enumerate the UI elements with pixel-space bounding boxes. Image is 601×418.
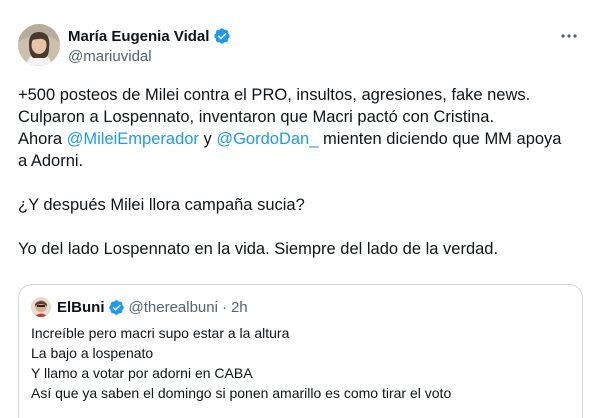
quoted-tweet[interactable]: ElBuni @therealbuni · 2h Increíble pero … [18, 284, 583, 418]
tweet-line-mentions: Ahora @MileiEmperador y @GordoDan_ mient… [18, 128, 588, 150]
text-segment: mienten diciendo que MM apoya [318, 130, 562, 148]
author-handle[interactable]: @mariuvidal [68, 48, 231, 65]
quoted-tweet-line: Así que ya saben el domingo si ponen ama… [31, 385, 452, 401]
quoted-tweet-line: Y llamo a votar por adorni en CABA [31, 365, 253, 381]
tweet-line: Culparon a Lospennato, inventaron que Ma… [18, 108, 495, 126]
separator-dot: · [221, 298, 227, 316]
quoted-author-avatar [31, 297, 51, 317]
quoted-tweet-header: ElBuni @therealbuni · 2h [31, 297, 248, 317]
tweet-line: Yo del lado Lospennato en la vida. Siemp… [18, 240, 499, 258]
tweet-text: +500 posteos de Milei contra el PRO, ins… [18, 84, 588, 260]
author-info: María Eugenia Vidal @mariuvidal [68, 26, 231, 65]
tweet-line: +500 posteos de Milei contra el PRO, ins… [18, 86, 531, 104]
author-avatar[interactable] [18, 24, 60, 66]
quoted-tweet-line: Increíble pero macri supo estar a la alt… [31, 325, 290, 341]
more-horizontal-icon [561, 34, 577, 38]
verified-badge-icon [108, 299, 125, 316]
mention-link-gordodan[interactable]: @GordoDan_ [216, 130, 318, 148]
tweet-card: María Eugenia Vidal @mariuvidal +500 pos… [0, 0, 601, 418]
quoted-tweet-line: La bajo a lospenato [31, 345, 154, 361]
profile-photo-icon [18, 24, 60, 66]
quoted-tweet-timestamp: 2h [230, 298, 248, 316]
more-options-button[interactable] [557, 26, 581, 46]
quoted-author-handle: @therealbuni [128, 298, 218, 316]
profile-photo-icon [31, 297, 51, 317]
quoted-tweet-text: Increíble pero macri supo estar a la alt… [31, 323, 571, 403]
verified-badge-icon [213, 27, 231, 45]
text-segment: y [198, 130, 217, 148]
author-display-name[interactable]: María Eugenia Vidal [68, 28, 209, 45]
text-segment: Ahora [18, 130, 67, 148]
quoted-author-display-name: ElBuni [57, 298, 105, 316]
tweet-line: a Adorni. [18, 152, 84, 170]
tweet-line: ¿Y después Milei llora campaña sucia? [18, 196, 305, 214]
mention-link-mileiemperador[interactable]: @MileiEmperador [67, 130, 199, 148]
